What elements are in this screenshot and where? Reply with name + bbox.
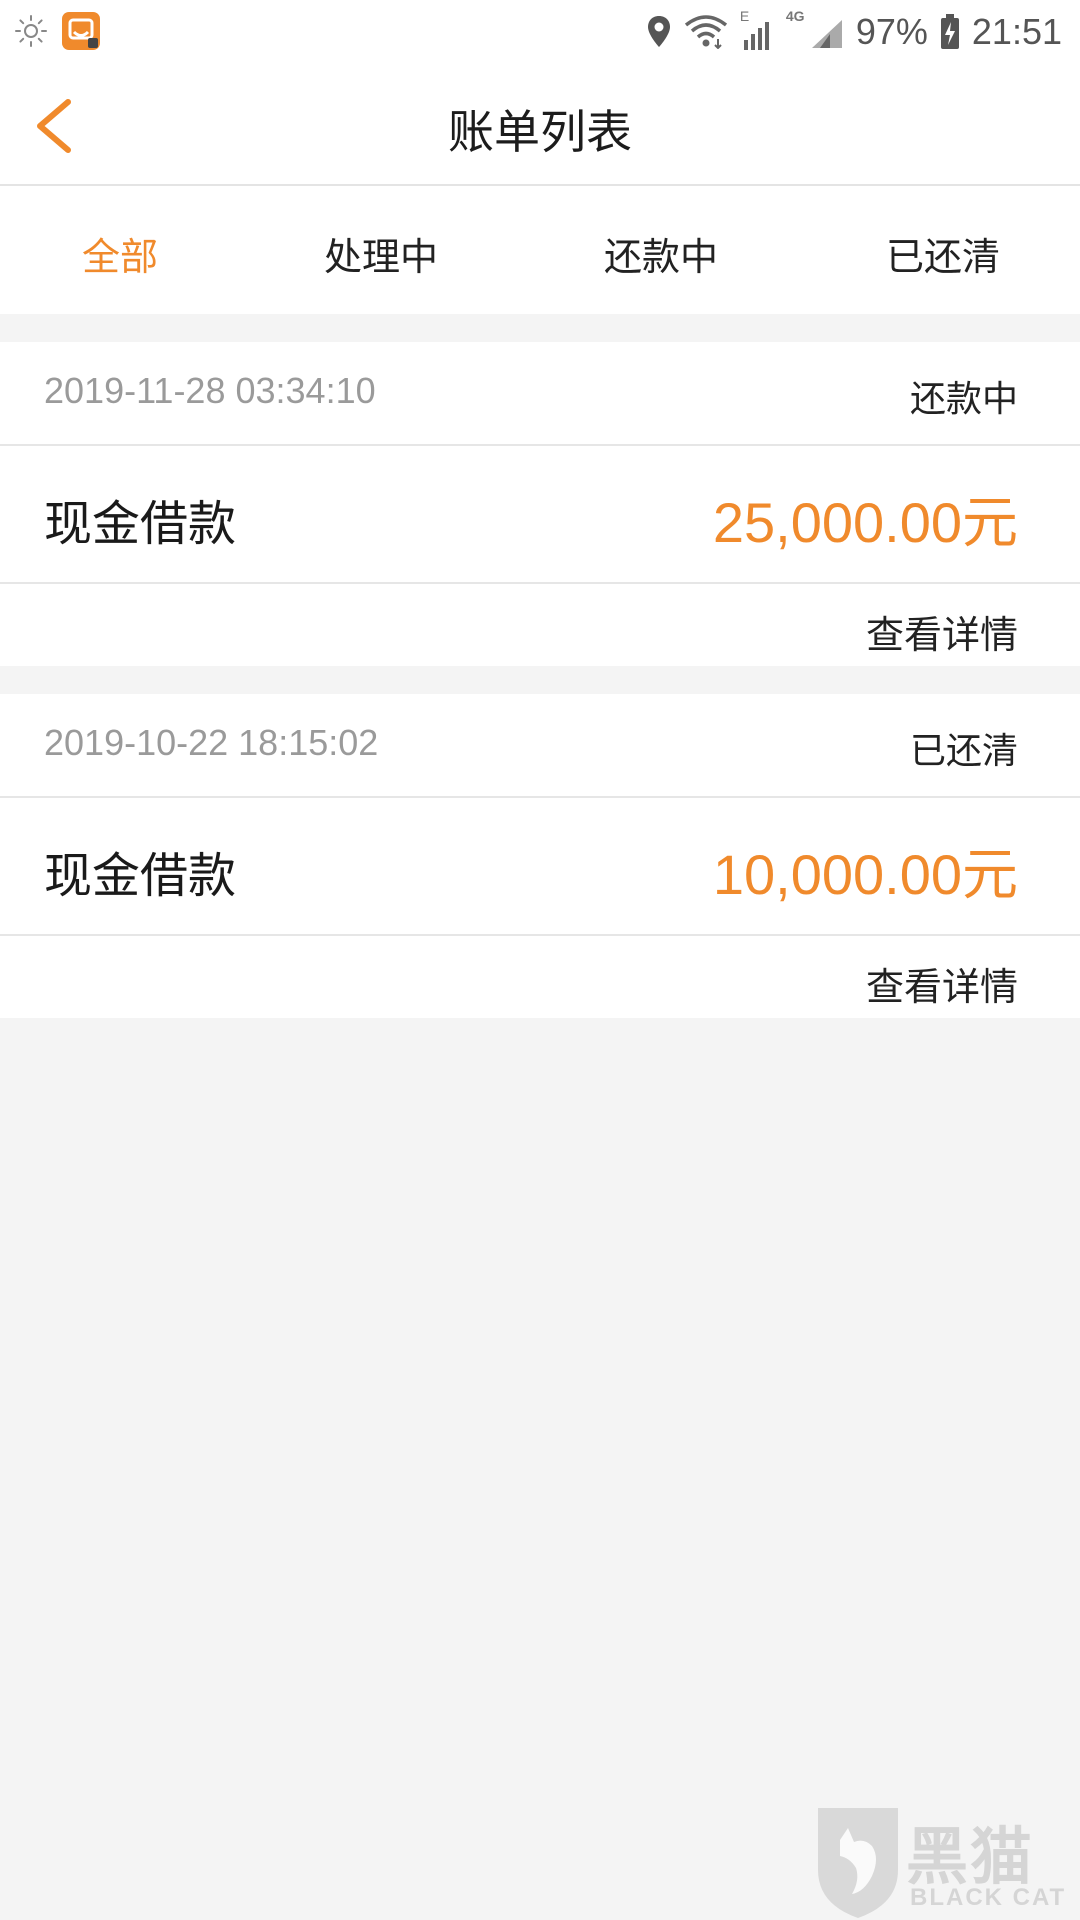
watermark-title: 黑猫 <box>906 1820 1035 1893</box>
bill-status: 已还清 <box>909 731 1018 772</box>
bill-status: 还款中 <box>909 379 1018 420</box>
signal-icon-1: E <box>740 8 774 52</box>
signal-icon-2: 4G <box>786 8 844 52</box>
cat-shield-icon <box>818 1808 898 1918</box>
battery-charging-icon <box>940 14 959 49</box>
bill-amount: 10,000.00元 <box>712 843 1018 906</box>
view-details-button[interactable]: 查看详情 <box>866 604 1018 659</box>
status-bar-right: E 4G 97% 21:51 <box>646 8 1062 54</box>
bill-datetime: 2019-10-22 18:15:02 <box>44 722 379 763</box>
bill-card-body: 现金借款 25,000.00元 <box>0 446 1080 584</box>
status-bar: E 4G 97% 21:51 <box>0 0 1080 66</box>
location-pin-icon <box>647 16 670 47</box>
signal-bars-icon <box>743 22 769 50</box>
page-title: 账单列表 <box>448 105 632 159</box>
sun-icon <box>15 15 47 47</box>
battery-percent: 97% <box>855 11 928 52</box>
tab-processing[interactable]: 处理中 <box>324 226 438 281</box>
bill-datetime: 2019-11-28 03:34:10 <box>44 370 376 411</box>
bill-card-header: 2019-10-22 18:15:02 已还清 <box>0 694 1080 798</box>
view-details-button[interactable]: 查看详情 <box>866 956 1018 1011</box>
bill-card: 2019-10-22 18:15:02 已还清 现金借款 10,000.00元 … <box>0 694 1080 1018</box>
bill-card: 2019-11-28 03:34:10 还款中 现金借款 25,000.00元 … <box>0 342 1080 666</box>
wifi-icon <box>684 15 727 49</box>
bill-amount: 25,000.00元 <box>712 491 1018 554</box>
tab-repaying[interactable]: 还款中 <box>604 226 718 281</box>
bill-type: 现金借款 <box>44 496 237 552</box>
black-cat-watermark: 黑猫 BLACK CAT <box>810 1800 1080 1920</box>
status-bar-left <box>14 12 100 50</box>
filter-tabs: 全部 处理中 还款中 已还清 <box>0 186 1080 314</box>
signal-triangle-icon <box>811 20 842 48</box>
bill-type: 现金借款 <box>44 848 237 904</box>
network-type-4g: 4G <box>785 8 805 24</box>
bill-card-header: 2019-11-28 03:34:10 还款中 <box>0 342 1080 446</box>
clock: 21:51 <box>971 11 1062 52</box>
bill-card-body: 现金借款 10,000.00元 <box>0 798 1080 936</box>
tab-all[interactable]: 全部 <box>82 226 158 281</box>
watermark-subtitle: BLACK CAT <box>910 1884 1067 1911</box>
didi-app-icon <box>62 12 100 50</box>
title-bar: 账单列表 <box>0 66 1080 186</box>
tab-paid-off[interactable]: 已还清 <box>886 226 1000 281</box>
